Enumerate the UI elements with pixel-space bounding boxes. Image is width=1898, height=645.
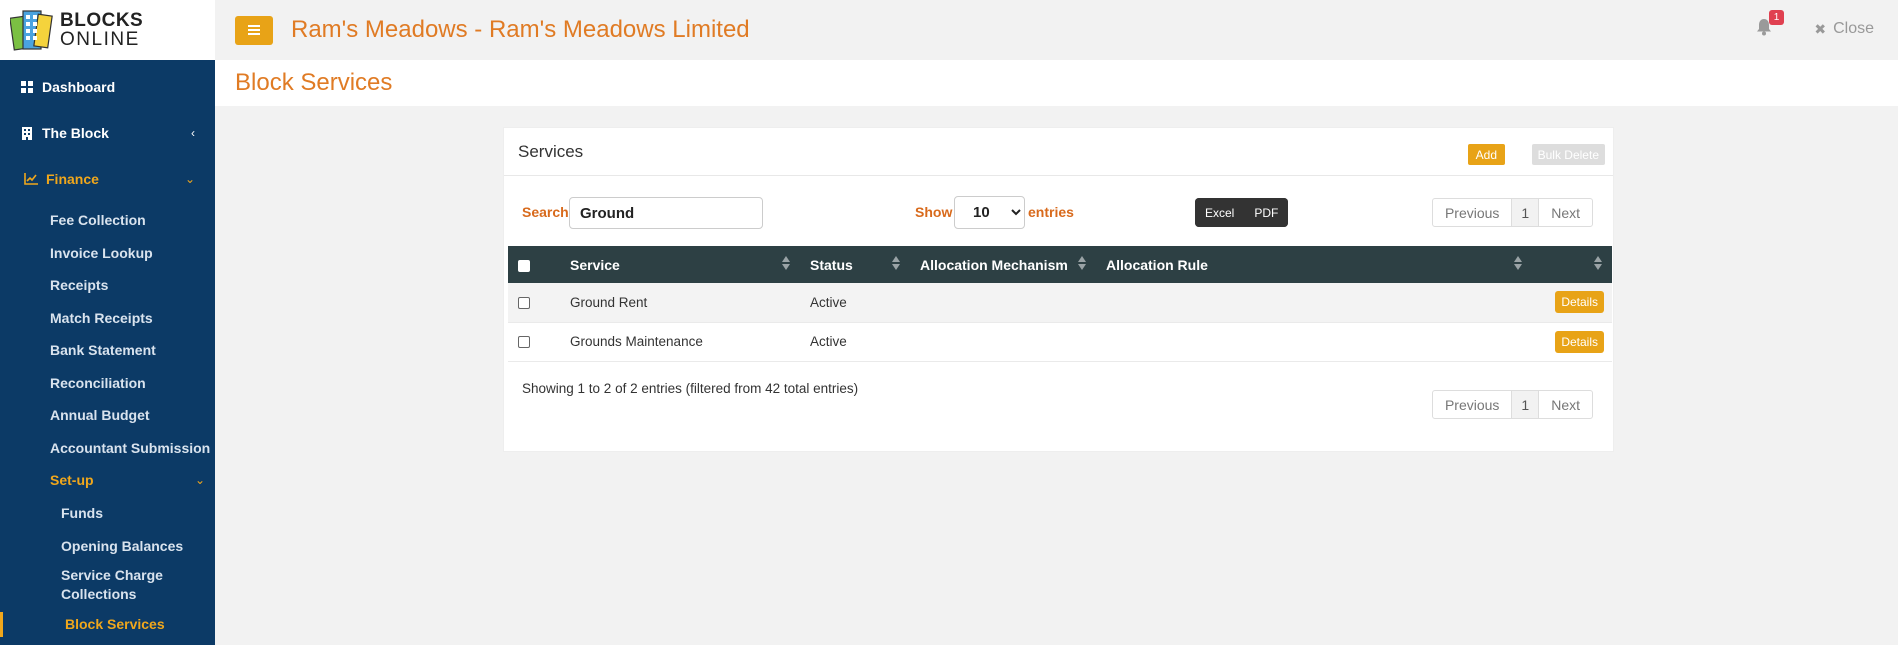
brand-line1: BLOCKS: [60, 10, 144, 31]
brand-line2: ONLINE: [60, 29, 140, 50]
table-header-row: Service Status Allocation Mechanism Allo…: [508, 246, 1612, 283]
allocation-rule-cell: [1096, 322, 1532, 361]
sidebar-item-bank-statement[interactable]: Bank Statement: [0, 334, 215, 367]
table-info: Showing 1 to 2 of 2 entries (filtered fr…: [522, 381, 859, 396]
chevron-down-icon: ⌄: [184, 172, 195, 186]
previous-page-button[interactable]: Previous: [1433, 391, 1513, 418]
dashboard-icon: [20, 80, 34, 94]
page-1-button[interactable]: 1: [1512, 391, 1540, 418]
chevron-left-icon: ‹: [191, 126, 195, 140]
sidebar-item-the-block[interactable]: The Block ‹: [0, 110, 215, 156]
card-header: Services Add Bulk Delete: [504, 128, 1613, 176]
excel-button[interactable]: Excel: [1195, 198, 1245, 227]
column-label: Allocation Mechanism: [920, 256, 1068, 273]
search-label: Search: [522, 204, 569, 220]
sidebar-nav: Dashboard The Block ‹ Finance ⌄ Fee Coll…: [0, 64, 215, 641]
sidebar-item-label: Set-up: [50, 472, 94, 489]
sidebar-item-match-receipts[interactable]: Match Receipts: [0, 302, 215, 335]
pagination-bottom: Previous 1 Next: [1431, 390, 1593, 419]
services-card: Services Add Bulk Delete Search Show 10 …: [503, 127, 1614, 452]
sidebar-item-accountant-submission[interactable]: Accountant Submission: [0, 432, 215, 465]
column-status[interactable]: Status: [800, 246, 910, 283]
column-allocation-mechanism[interactable]: Allocation Mechanism: [910, 246, 1096, 283]
entries-select[interactable]: 10: [954, 196, 1025, 229]
select-all-header: [508, 246, 560, 283]
close-label: Close: [1833, 20, 1874, 37]
page-1-button[interactable]: 1: [1512, 199, 1540, 226]
page-header: Block Services: [215, 60, 1898, 106]
show-label: Show: [915, 204, 953, 220]
previous-page-button[interactable]: Previous: [1433, 199, 1513, 226]
allocation-mechanism-cell: [910, 322, 1096, 361]
close-icon: ✖: [1814, 20, 1827, 37]
column-label: Status: [810, 256, 853, 273]
sidebar-item-label: Service Charge Collections: [61, 567, 163, 602]
details-button[interactable]: Details: [1555, 291, 1604, 314]
notification-badge: 1: [1769, 10, 1784, 25]
service-cell: Grounds Maintenance: [570, 334, 703, 349]
column-allocation-rule[interactable]: Allocation Rule: [1096, 246, 1532, 283]
hamburger-icon: [248, 25, 260, 35]
table-controls: Search Show 10 entries Excel PDF Previou…: [504, 176, 1613, 246]
export-buttons: Excel PDF: [1195, 198, 1289, 227]
top-header: Ram's Meadows - Ram's Meadows Limited 1 …: [215, 0, 1898, 60]
services-table: Service Status Allocation Mechanism Allo…: [508, 246, 1612, 362]
table-row: Grounds Maintenance Active Details: [508, 322, 1612, 361]
hamburger-menu-button[interactable]: [235, 15, 273, 45]
bulk-delete-button[interactable]: Bulk Delete: [1531, 144, 1605, 165]
sidebar-item-receipts[interactable]: Receipts: [0, 269, 215, 302]
next-page-button[interactable]: Next: [1539, 391, 1592, 418]
column-service[interactable]: Service: [560, 246, 800, 283]
column-actions[interactable]: [1532, 246, 1612, 283]
service-cell: Ground Rent: [570, 294, 648, 310]
notifications-button[interactable]: 1: [1756, 10, 1784, 40]
logo[interactable]: BLOCKS ONLINE: [0, 0, 215, 60]
sidebar-item-block-services[interactable]: Block Services: [0, 608, 215, 641]
blocks-logo-icon: [9, 7, 54, 53]
row-checkbox[interactable]: [518, 297, 530, 310]
building-icon: [20, 126, 34, 140]
sidebar-item-service-charge-collections[interactable]: Service Charge Collections: [0, 563, 215, 608]
pdf-button[interactable]: PDF: [1244, 198, 1289, 227]
column-label: Allocation Rule: [1106, 256, 1208, 273]
sidebar-item-opening-balances[interactable]: Opening Balances: [0, 530, 215, 563]
sidebar-item-label: Dashboard: [42, 79, 116, 95]
column-label: Service: [570, 256, 620, 273]
sidebar-item-label: Finance: [46, 171, 99, 187]
select-all-checkbox[interactable]: [518, 259, 530, 272]
sidebar-item-reconciliation[interactable]: Reconciliation: [0, 367, 215, 400]
allocation-rule-cell: [1096, 283, 1532, 322]
pagination-top: Previous 1 Next: [1431, 198, 1593, 227]
row-checkbox[interactable]: [518, 336, 530, 349]
finance-submenu: Fee Collection Invoice Lookup Receipts M…: [0, 204, 215, 641]
close-button[interactable]: ✖ Close: [1814, 20, 1874, 38]
allocation-mechanism-cell: [910, 283, 1096, 322]
details-button[interactable]: Details: [1555, 330, 1604, 353]
chart-line-icon: [24, 172, 38, 186]
sidebar-item-label: The Block: [42, 125, 109, 141]
card-title: Services: [518, 141, 584, 161]
sidebar-item-invoice-lookup[interactable]: Invoice Lookup: [0, 237, 215, 270]
table-row: Ground Rent Active Details: [508, 283, 1612, 322]
search-input[interactable]: [569, 197, 763, 229]
sidebar-item-annual-budget[interactable]: Annual Budget: [0, 399, 215, 432]
sidebar-item-dashboard[interactable]: Dashboard: [0, 64, 215, 110]
entries-label: entries: [1028, 204, 1074, 220]
page-title: Block Services: [235, 69, 393, 96]
status-cell: Active: [810, 294, 847, 310]
chevron-down-icon: ⌄: [194, 473, 205, 488]
sidebar-item-funds[interactable]: Funds: [0, 497, 215, 530]
next-page-button[interactable]: Next: [1539, 199, 1592, 226]
site-title: Ram's Meadows - Ram's Meadows Limited: [291, 16, 750, 43]
add-button[interactable]: Add: [1467, 144, 1505, 165]
sidebar-item-finance[interactable]: Finance ⌄: [0, 156, 215, 202]
sidebar: BLOCKS ONLINE Dashboard The Block ‹ Fina…: [0, 0, 215, 645]
status-cell: Active: [810, 334, 847, 349]
sidebar-item-setup[interactable]: Set-up ⌄: [0, 464, 215, 497]
sidebar-item-fee-collection[interactable]: Fee Collection: [0, 204, 215, 237]
